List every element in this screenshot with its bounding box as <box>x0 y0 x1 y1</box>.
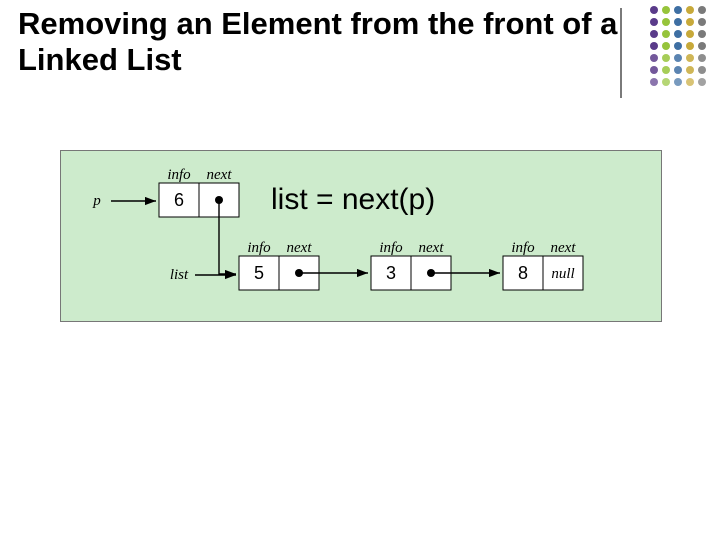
label-info-3: info <box>511 240 535 256</box>
page-title: Removing an Element from the front of a … <box>18 6 618 77</box>
code-expression: list = next(p) <box>271 183 435 216</box>
title-underline <box>18 104 620 105</box>
label-info-0: info <box>167 167 191 183</box>
node-0-value: 6 <box>174 190 184 210</box>
label-list: list <box>170 267 189 283</box>
diagram-svg: p info next 6 list = next(p) list info n… <box>61 151 661 321</box>
title-divider <box>620 8 622 98</box>
linked-list-diagram: p info next 6 list = next(p) list info n… <box>60 150 662 322</box>
label-next-0: next <box>207 167 233 183</box>
label-next-2: next <box>419 240 445 256</box>
label-next-1: next <box>287 240 313 256</box>
node-3-null: null <box>551 266 574 282</box>
node-1-value: 5 <box>254 263 264 283</box>
corner-dots <box>650 6 708 88</box>
label-p: p <box>92 193 101 209</box>
label-info-1: info <box>247 240 271 256</box>
label-next-3: next <box>551 240 577 256</box>
node-2-value: 3 <box>386 263 396 283</box>
node-3-value: 8 <box>518 263 528 283</box>
label-info-2: info <box>379 240 403 256</box>
